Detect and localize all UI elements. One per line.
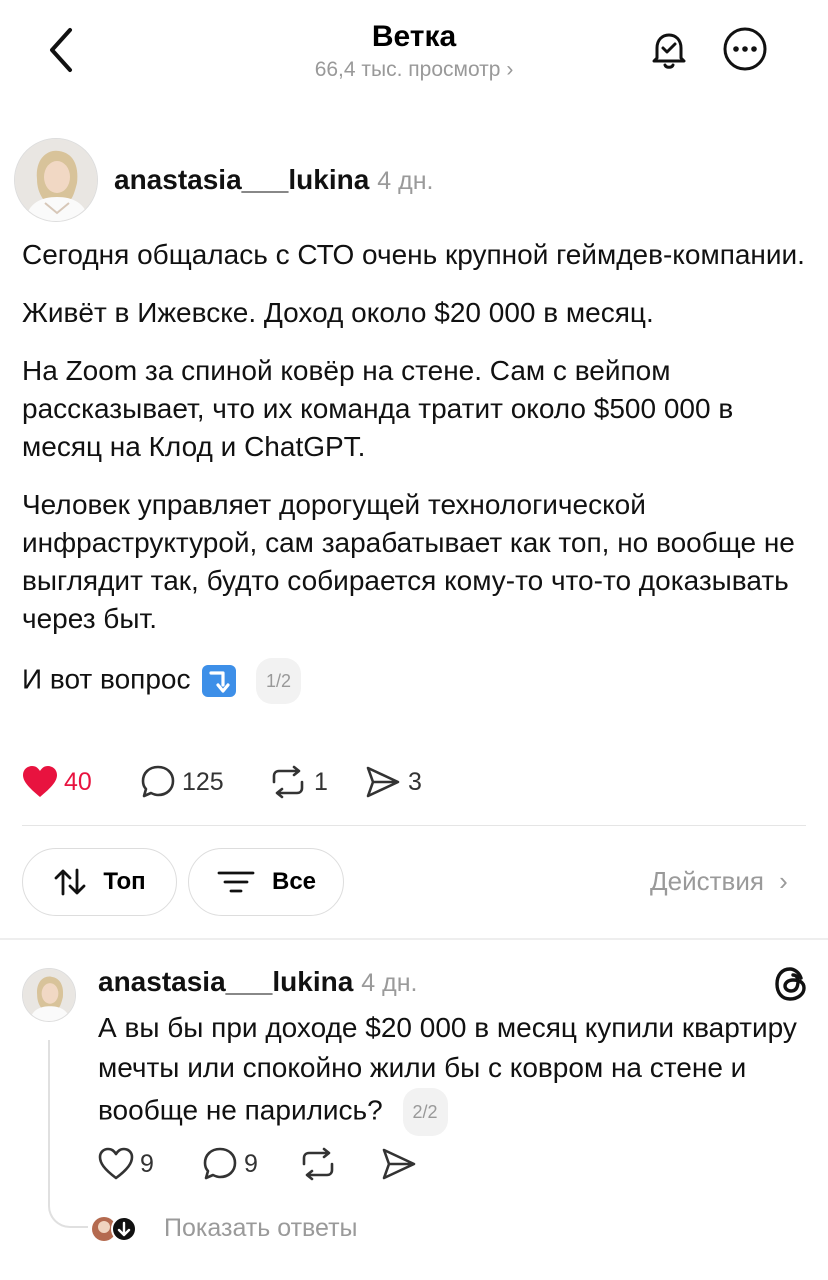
divider	[22, 825, 806, 826]
post-paragraph: Сегодня общалась с СТО очень крупной гей…	[22, 239, 805, 270]
post-text: Сегодня общалась с СТО очень крупной гей…	[22, 236, 812, 724]
share-button[interactable]: 3	[364, 762, 422, 802]
chevron-right-icon: ›	[779, 866, 788, 896]
like-count: 40	[64, 767, 92, 796]
chevron-right-icon: ›	[506, 58, 514, 81]
page-counter: 2/2	[402, 1088, 448, 1136]
post-question: И вот вопрос	[22, 663, 191, 695]
header: Ветка 66,4 тыс. просмотр ›	[0, 0, 828, 110]
post-paragraph: Человек управляет дорогущей технологичес…	[22, 489, 795, 634]
post-paragraph: Живёт в Ижевске. Доход около $20 000 в м…	[22, 297, 654, 328]
share-button[interactable]	[380, 1144, 424, 1184]
thread-connector-line	[48, 1040, 88, 1228]
avatar[interactable]	[22, 968, 76, 1022]
repost-icon	[272, 765, 304, 799]
reply-username[interactable]: anastasia___lukina	[98, 966, 353, 997]
comment-bubble-icon	[203, 1147, 237, 1180]
share-count: 3	[408, 767, 422, 796]
comment-count: 9	[244, 1149, 258, 1178]
post-actions: 40 125 1 3	[22, 762, 522, 802]
actions-link[interactable]: Действия ›	[650, 866, 788, 897]
page-counter: 1/2	[256, 658, 302, 704]
heart-outline-icon	[98, 1147, 134, 1180]
heart-filled-icon	[23, 766, 57, 797]
comment-button[interactable]: 9	[202, 1144, 258, 1184]
like-count: 9	[140, 1149, 154, 1178]
views-link[interactable]: 66,4 тыс. просмотр ›	[0, 58, 828, 82]
repost-icon	[302, 1147, 334, 1181]
repost-button[interactable]	[298, 1144, 344, 1184]
repost-count: 1	[314, 767, 328, 796]
reply-time: 4 дн.	[361, 969, 418, 997]
more-options-icon[interactable]	[722, 26, 768, 72]
actions-label: Действия	[650, 866, 764, 896]
reply-avatars	[90, 1214, 140, 1244]
divider	[0, 938, 828, 940]
threads-logo-icon	[774, 966, 808, 1002]
like-button[interactable]: 9	[98, 1144, 154, 1184]
arrow-down-emoji-icon	[202, 665, 237, 697]
post-author-line: anastasia___lukina 4 дн.	[114, 164, 433, 196]
like-button[interactable]: 40	[22, 762, 92, 802]
avatar[interactable]	[14, 138, 98, 222]
reply-actions: 9 9	[98, 1144, 458, 1184]
views-count: 66,4 тыс. просмотр	[314, 58, 501, 81]
comment-button[interactable]: 125	[140, 762, 224, 802]
reply-author-line: anastasia___lukina 4 дн.	[98, 966, 417, 998]
filter-all-button[interactable]: Все	[188, 848, 344, 916]
post-paragraph: На Zoom за спиной ковёр на стене. Сам с …	[22, 355, 734, 462]
post-time: 4 дн.	[377, 167, 434, 195]
comment-bubble-icon	[141, 765, 175, 798]
send-icon	[382, 1148, 416, 1180]
sort-arrows-icon	[54, 868, 86, 896]
filter-all-label: Все	[271, 868, 317, 895]
post-username[interactable]: anastasia___lukina	[114, 164, 369, 195]
send-icon	[366, 766, 400, 798]
sort-top-button[interactable]: Топ	[22, 848, 177, 916]
notification-bell-icon[interactable]	[646, 26, 692, 72]
comment-count: 125	[182, 767, 224, 796]
filter-lines-icon	[217, 871, 255, 893]
sort-top-label: Топ	[103, 868, 146, 895]
repost-button[interactable]: 1	[268, 762, 328, 802]
show-replies-link[interactable]: Показать ответы	[164, 1214, 358, 1243]
page-title: Ветка	[371, 20, 457, 53]
post-last-line: И вот вопрос 1/2	[22, 658, 812, 704]
reply-text: А вы бы при доходе $20 000 в месяц купил…	[98, 1008, 812, 1136]
